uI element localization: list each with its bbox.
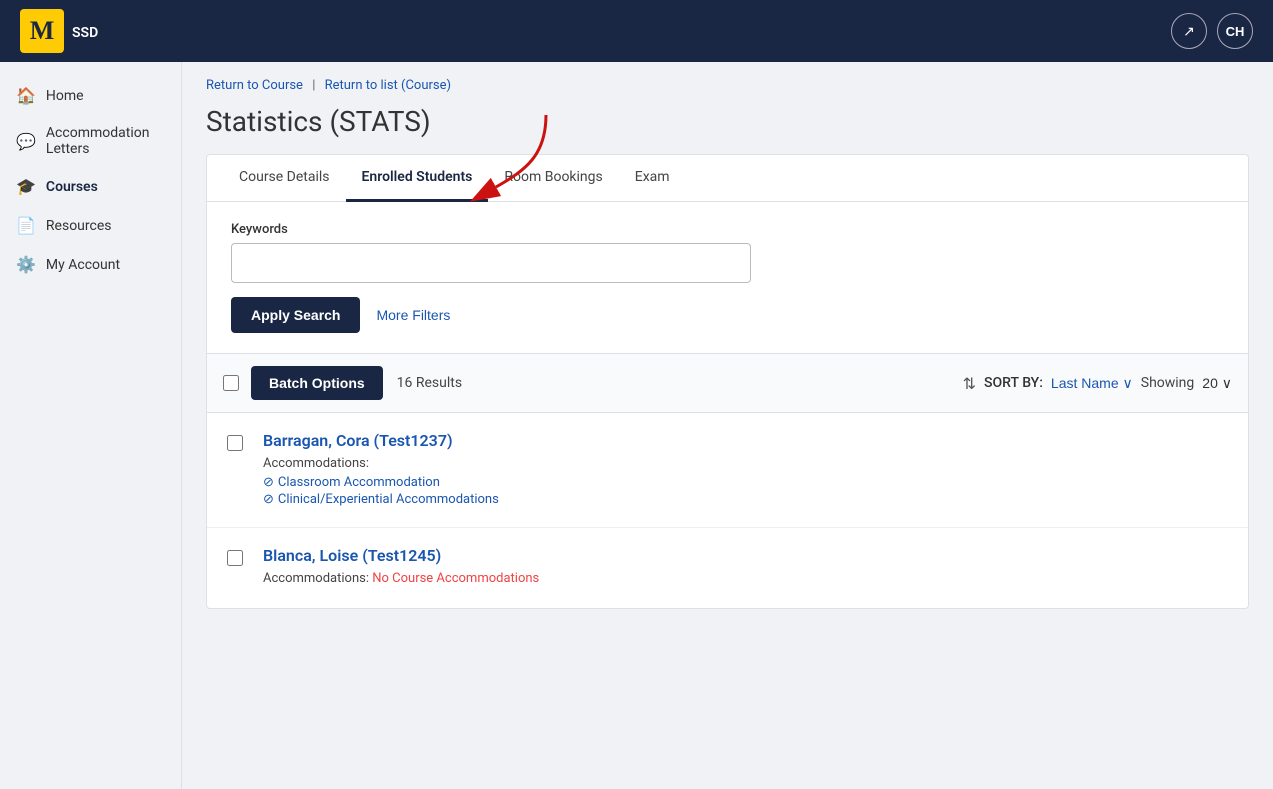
header: M SSD ↗ CH bbox=[0, 0, 1273, 62]
student-1-checkbox[interactable] bbox=[227, 435, 243, 451]
apply-search-button[interactable]: Apply Search bbox=[231, 297, 360, 333]
batch-options-button[interactable]: Batch Options bbox=[251, 366, 383, 400]
more-filters-button[interactable]: More Filters bbox=[372, 301, 454, 329]
sort-controls: ⇅ SORT BY: Last Name ∨ Showing 20 ∨ bbox=[963, 374, 1232, 393]
courses-icon: 🎓 bbox=[16, 177, 36, 196]
sidebar-item-my-account[interactable]: ⚙️ My Account bbox=[0, 245, 181, 284]
my-account-icon: ⚙️ bbox=[16, 255, 36, 274]
search-section: Keywords Apply Search More Filters bbox=[207, 202, 1248, 354]
showing-select[interactable]: 20 ∨ bbox=[1202, 375, 1232, 392]
header-logo: M SSD bbox=[20, 9, 98, 53]
home-icon: 🏠 bbox=[16, 86, 36, 105]
page-title: Statistics (STATS) bbox=[206, 105, 1249, 138]
select-all-checkbox[interactable] bbox=[223, 375, 239, 391]
showing-label: Showing bbox=[1141, 375, 1195, 391]
return-to-course-link[interactable]: Return to Course bbox=[206, 78, 303, 93]
student-item: Barragan, Cora (Test1237) Accommodations… bbox=[207, 413, 1248, 528]
student-2-checkbox[interactable] bbox=[227, 550, 243, 566]
student-1-name[interactable]: Barragan, Cora (Test1237) bbox=[263, 431, 1224, 450]
logo-m-letter: M bbox=[20, 9, 64, 53]
tab-room-bookings[interactable]: Room Bookings bbox=[488, 155, 618, 202]
acc-check-icon-1: ⊘ bbox=[263, 475, 274, 490]
accommodation-letters-icon: 💬 bbox=[16, 132, 36, 151]
tab-enrolled-students[interactable]: Enrolled Students bbox=[346, 155, 489, 202]
sidebar-item-myaccount-label: My Account bbox=[46, 257, 120, 273]
student-1-acc-2[interactable]: ⊘ Clinical/Experiential Accommodations bbox=[263, 492, 1224, 507]
student-2-acc-label: Accommodations: No Course Accommodations bbox=[263, 571, 1224, 586]
sidebar-item-home-label: Home bbox=[46, 88, 84, 104]
student-1-acc-label: Accommodations: bbox=[263, 456, 1224, 471]
logo-ssd-text: SSD bbox=[72, 25, 98, 41]
avatar-initials: CH bbox=[1226, 24, 1245, 39]
breadcrumb: Return to Course | Return to list (Cours… bbox=[206, 78, 1249, 93]
sort-select[interactable]: Last Name ∨ bbox=[1051, 375, 1133, 392]
sidebar-item-resources-label: Resources bbox=[46, 218, 112, 234]
sidebar-item-home[interactable]: 🏠 Home bbox=[0, 76, 181, 115]
sort-by-label: SORT BY: bbox=[984, 375, 1043, 391]
results-count: 16 Results bbox=[397, 375, 462, 391]
tabs: Course Details Enrolled Students Room Bo… bbox=[207, 155, 1248, 202]
external-link-icon: ↗ bbox=[1183, 23, 1195, 40]
return-to-list-link[interactable]: Return to list (Course) bbox=[325, 78, 451, 93]
keywords-label: Keywords bbox=[231, 222, 1224, 237]
sidebar-item-resources[interactable]: 📄 Resources bbox=[0, 206, 181, 245]
search-buttons: Apply Search More Filters bbox=[231, 297, 1224, 333]
sidebar: 🏠 Home 💬 Accommodation Letters 🎓 Courses… bbox=[0, 62, 182, 789]
sidebar-item-courses[interactable]: 🎓 Courses bbox=[0, 167, 181, 206]
breadcrumb-separator: | bbox=[312, 78, 315, 93]
acc-check-icon-2: ⊘ bbox=[263, 492, 274, 507]
list-controls: Batch Options 16 Results ⇅ SORT BY: Last… bbox=[207, 354, 1248, 413]
student-2-name[interactable]: Blanca, Loise (Test1245) bbox=[263, 546, 1224, 565]
tab-course-details[interactable]: Course Details bbox=[223, 155, 346, 202]
tab-exam[interactable]: Exam bbox=[619, 155, 686, 202]
sort-icon: ⇅ bbox=[963, 374, 976, 393]
sidebar-item-accommodation-label: Accommodation Letters bbox=[46, 125, 165, 157]
external-link-button[interactable]: ↗ bbox=[1171, 13, 1207, 49]
sidebar-item-courses-label: Courses bbox=[46, 179, 98, 195]
student-item: Blanca, Loise (Test1245) Accommodations:… bbox=[207, 528, 1248, 608]
no-accommodation-text: No Course Accommodations bbox=[372, 571, 539, 586]
keywords-input[interactable] bbox=[231, 243, 751, 283]
avatar-button[interactable]: CH bbox=[1217, 13, 1253, 49]
student-1-acc-1[interactable]: ⊘ Classroom Accommodation bbox=[263, 475, 1224, 490]
layout: 🏠 Home 💬 Accommodation Letters 🎓 Courses… bbox=[0, 62, 1273, 789]
resources-icon: 📄 bbox=[16, 216, 36, 235]
sidebar-item-accommodation-letters[interactable]: 💬 Accommodation Letters bbox=[0, 115, 181, 167]
main-content: Return to Course | Return to list (Cours… bbox=[182, 62, 1273, 789]
header-right: ↗ CH bbox=[1171, 13, 1253, 49]
main-card: Course Details Enrolled Students Room Bo… bbox=[206, 154, 1249, 609]
